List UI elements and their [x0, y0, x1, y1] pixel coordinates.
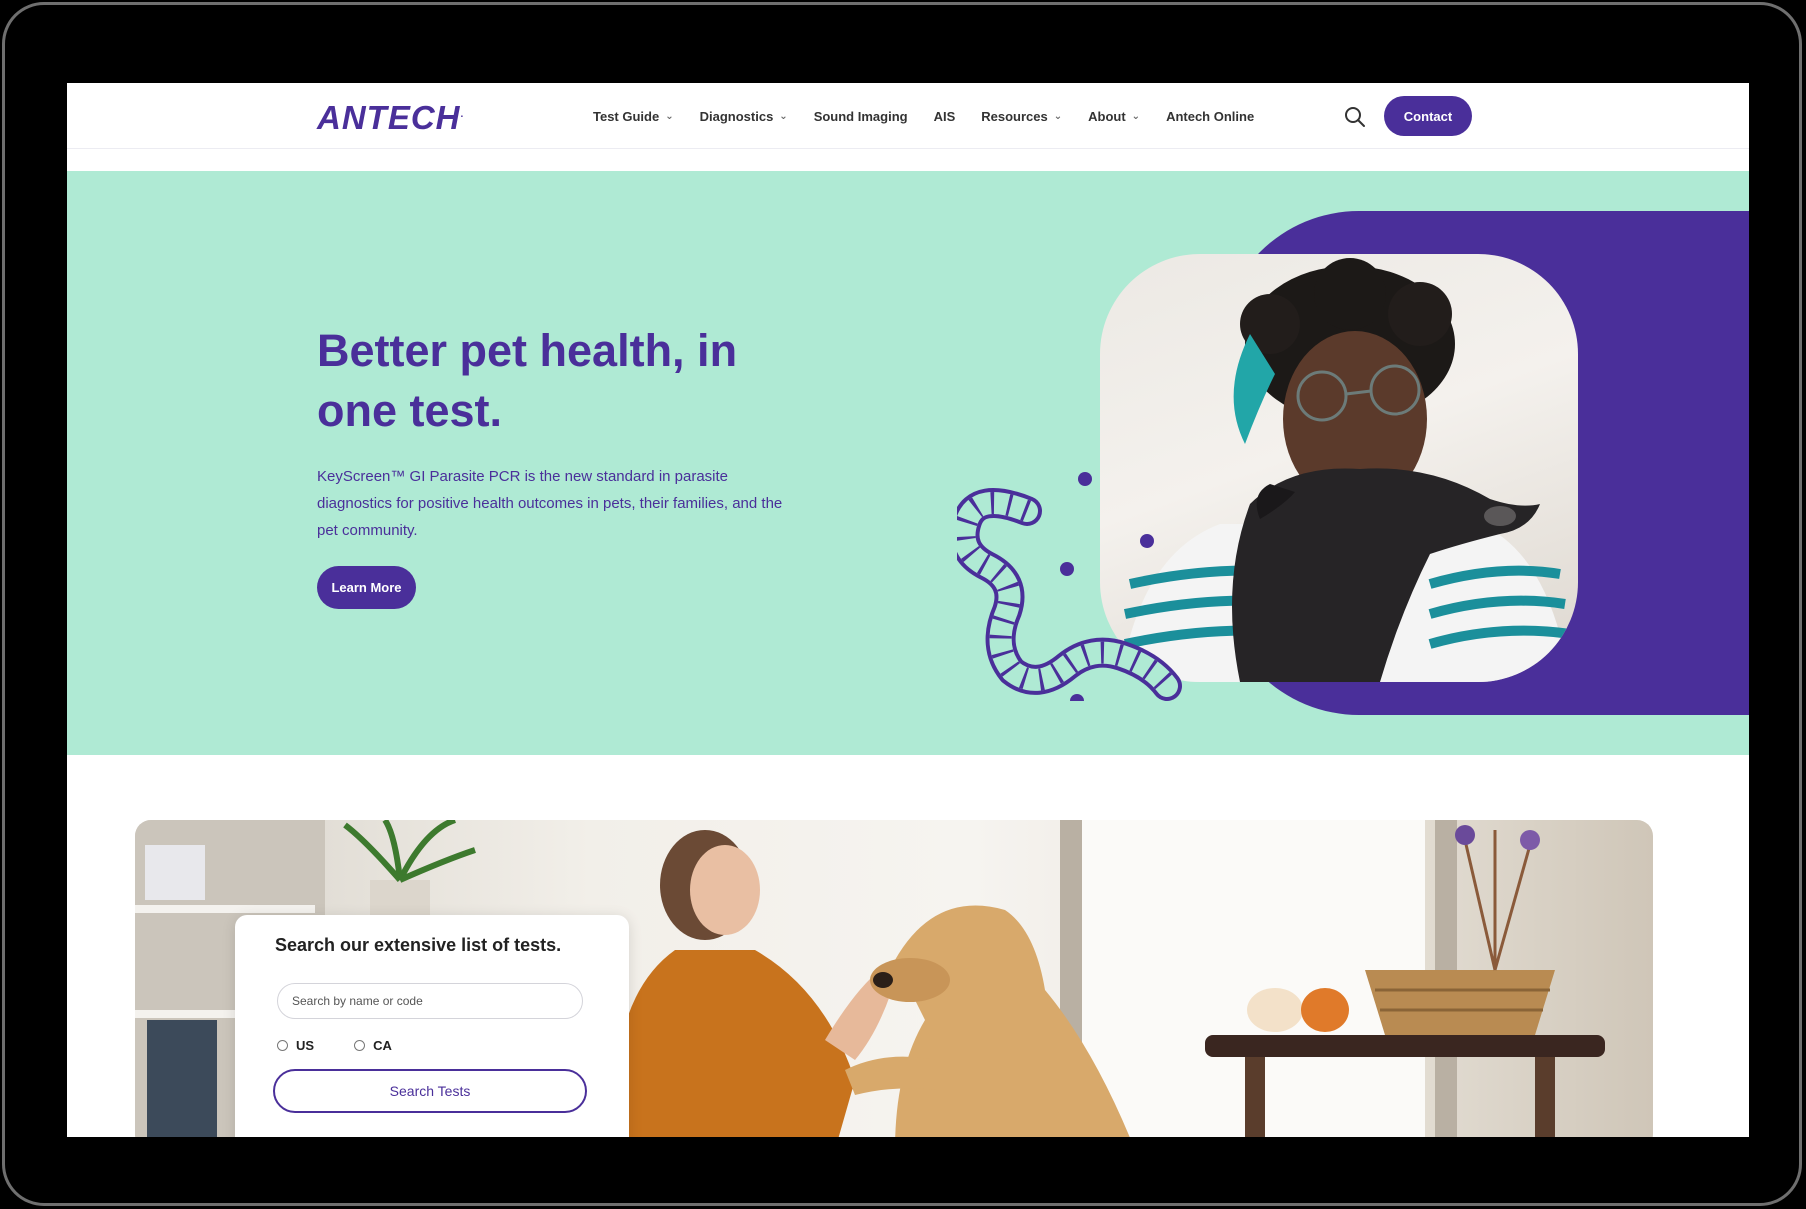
region-label: US — [296, 1038, 315, 1053]
menu-item-label: Diagnostics — [699, 109, 774, 124]
menu-item-label: Test Guide — [593, 109, 660, 124]
menu-item-sound-imaging[interactable]: Sound Imaging — [814, 109, 908, 124]
menu-item-diagnostics[interactable]: Diagnostics ⌄ — [700, 109, 788, 124]
region-radio-ca[interactable]: CA — [354, 1038, 392, 1053]
menu-item-label: About — [1088, 109, 1126, 124]
menu-item-label: Sound Imaging — [813, 109, 908, 124]
parasite-worm-illustration — [957, 472, 1182, 701]
chevron-down-icon: ⌄ — [1053, 111, 1063, 122]
search-icon[interactable] — [1343, 105, 1367, 129]
browser-viewport: ANTECH. Test Guide ⌄ Diagnostics ⌄ Sound… — [67, 83, 1749, 1137]
radio-circle-icon[interactable] — [354, 1040, 366, 1051]
menu-item-test-guide[interactable]: Test Guide ⌄ — [593, 109, 674, 124]
region-radio-us[interactable]: US — [277, 1038, 314, 1053]
menu-item-label: Resources — [981, 109, 1048, 124]
menu-item-ais[interactable]: AIS — [934, 109, 956, 124]
menu-item-label: AIS — [933, 109, 956, 124]
chevron-down-icon: ⌄ — [665, 111, 674, 122]
learn-more-button[interactable]: Learn More — [317, 566, 416, 609]
antech-logo[interactable]: ANTECH. — [317, 99, 464, 137]
hero-description: KeyScreen™ GI Parasite PCR is the new st… — [317, 468, 783, 539]
test-search-card: Search our extensive list of tests. US C… — [235, 915, 629, 1137]
region-radio-group: US CA — [277, 1038, 392, 1053]
main-menu: Test Guide ⌄ Diagnostics ⌄ Sound Imaging… — [593, 109, 1280, 124]
menu-item-label: Antech Online — [1166, 109, 1255, 124]
menu-item-about[interactable]: About ⌄ — [1088, 109, 1140, 124]
test-search-title: Search our extensive list of tests. — [275, 935, 562, 955]
chevron-down-icon: ⌄ — [779, 111, 788, 122]
radio-circle-icon[interactable] — [277, 1040, 288, 1051]
menu-item-antech-online[interactable]: Antech Online — [1166, 109, 1254, 124]
chevron-down-icon: ⌄ — [1131, 111, 1141, 122]
hero-section: Better pet health, in one test. KeyScree… — [67, 171, 1749, 755]
top-navigation: ANTECH. Test Guide ⌄ Diagnostics ⌄ Sound… — [67, 83, 1749, 149]
hero-title: Better pet health, in one test. — [317, 325, 738, 436]
test-search-input[interactable] — [277, 983, 583, 1019]
search-tests-button[interactable]: Search Tests — [273, 1069, 587, 1113]
region-label: CA — [373, 1038, 392, 1053]
tablet-frame: ANTECH. Test Guide ⌄ Diagnostics ⌄ Sound… — [2, 2, 1802, 1206]
menu-item-resources[interactable]: Resources ⌄ — [981, 109, 1062, 124]
contact-button[interactable]: Contact — [1384, 96, 1472, 136]
